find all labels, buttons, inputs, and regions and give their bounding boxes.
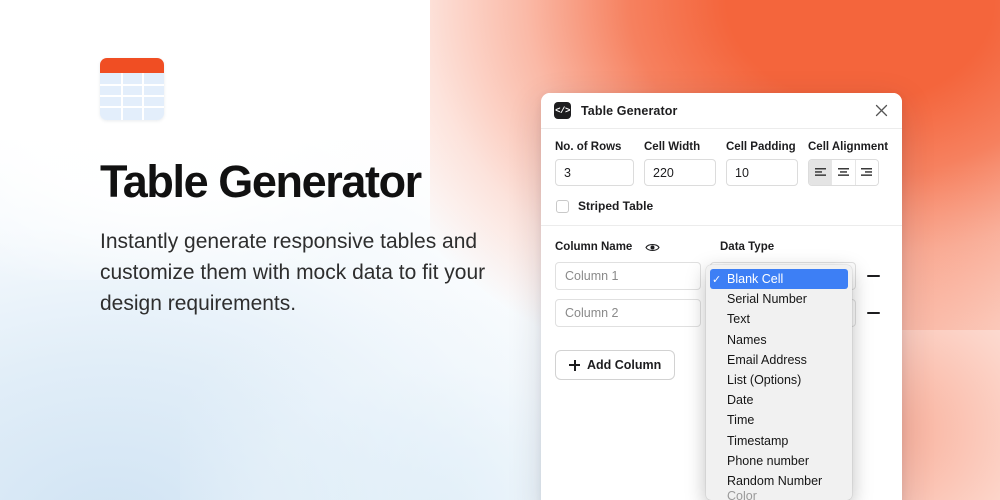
table-app-icon-hline: [100, 84, 164, 86]
hero-section: Table Generator Instantly generate respo…: [100, 58, 520, 319]
code-brackets-icon: </>: [554, 102, 571, 119]
dropdown-item[interactable]: List (Options): [706, 370, 852, 390]
add-column-button[interactable]: Add Column: [555, 350, 676, 380]
plus-icon: [569, 359, 580, 371]
window-title: Table Generator: [581, 103, 678, 118]
column-name-input[interactable]: [555, 262, 701, 290]
dropdown-item[interactable]: Time: [706, 410, 852, 430]
align-center-icon[interactable]: [832, 160, 856, 185]
no-of-rows-input[interactable]: [555, 159, 634, 186]
remove-column-button[interactable]: [865, 312, 881, 314]
field-cell-width: Cell Width: [644, 141, 716, 186]
dropdown-item-label: Phone number: [727, 453, 810, 468]
dropdown-item[interactable]: Timestamp: [706, 431, 852, 451]
dropdown-item-label: Color: [727, 491, 757, 500]
dropdown-item[interactable]: ✓ Blank Cell: [710, 269, 848, 290]
table-generator-window: </> Table Generator No. of Rows Cell Wid…: [541, 93, 902, 500]
check-icon: ✓: [712, 273, 722, 286]
cell-padding-label: Cell Padding: [726, 141, 796, 153]
dropdown-item-label: List (Options): [727, 373, 802, 388]
dropdown-item[interactable]: Email Address: [706, 350, 852, 370]
dropdown-item[interactable]: Text: [706, 309, 852, 329]
column-name-input[interactable]: [555, 299, 701, 327]
cell-padding-input[interactable]: [726, 159, 798, 186]
dropdown-item-label: Serial Number: [727, 292, 807, 307]
align-right-icon[interactable]: [855, 160, 878, 185]
table-app-icon-header: [100, 58, 164, 73]
field-cell-padding: Cell Padding: [726, 141, 798, 186]
dropdown-item-label: Date: [727, 393, 754, 408]
cell-alignment-group: [808, 159, 879, 186]
no-of-rows-label: No. of Rows: [555, 141, 622, 153]
dropdown-item-label: Names: [727, 332, 767, 347]
settings-field-row: No. of Rows Cell Width Cell Padding Cell…: [555, 141, 888, 186]
dropdown-item-label: Blank Cell: [727, 272, 784, 287]
dropdown-item[interactable]: Serial Number: [706, 289, 852, 309]
field-no-of-rows: No. of Rows: [555, 141, 634, 186]
remove-column-button[interactable]: [865, 275, 881, 277]
eye-icon[interactable]: [645, 242, 660, 253]
striped-table-row[interactable]: Striped Table: [541, 186, 902, 225]
dropdown-item-label: Text: [727, 312, 750, 327]
data-type-header: Data Type: [720, 241, 775, 253]
cell-width-input[interactable]: [644, 159, 716, 186]
page-title: Table Generator: [100, 156, 422, 207]
screenshot-stage: Table Generator Instantly generate respo…: [0, 0, 1000, 500]
dropdown-item[interactable]: Phone number: [706, 451, 852, 471]
dropdown-item-label: Time: [727, 413, 755, 428]
cell-alignment-label: Cell Alignment: [808, 141, 889, 153]
add-column-label: Add Column: [587, 358, 662, 372]
window-titlebar: </> Table Generator: [541, 93, 902, 129]
dropdown-item[interactable]: Random Number: [706, 471, 852, 491]
dropdown-item[interactable]: Date: [706, 390, 852, 410]
dropdown-item-label: Email Address: [727, 352, 807, 367]
table-app-icon: [100, 58, 164, 120]
dropdown-item[interactable]: Color: [706, 491, 852, 500]
column-name-header: Column Name: [555, 241, 633, 253]
close-icon[interactable]: [872, 102, 890, 120]
data-type-dropdown-menu[interactable]: ✓ Blank Cell Serial Number Text Names Email A…: [706, 265, 852, 500]
page-subtitle: Instantly generate responsive tables and…: [100, 230, 486, 316]
striped-table-checkbox[interactable]: [556, 199, 569, 213]
cell-width-label: Cell Width: [644, 141, 701, 153]
table-app-icon-hline: [100, 106, 164, 108]
dropdown-item-label: Random Number: [727, 473, 823, 488]
dropdown-item-label: Timestamp: [727, 433, 789, 448]
dropdown-item[interactable]: Names: [706, 330, 852, 350]
striped-table-label: Striped Table: [578, 199, 654, 213]
columns-header-row: Column Name Data Type: [555, 241, 888, 253]
settings-section: No. of Rows Cell Width Cell Padding Cell…: [541, 129, 902, 186]
table-app-icon-hline: [100, 95, 164, 97]
align-left-icon[interactable]: [809, 160, 833, 185]
field-cell-alignment: Cell Alignment: [808, 141, 888, 186]
